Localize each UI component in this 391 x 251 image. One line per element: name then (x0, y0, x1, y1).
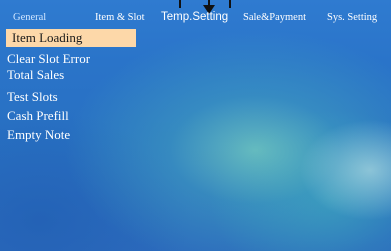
top-menu-bar: General Item & Slot Temp.Setting Sale&Pa… (0, 8, 391, 30)
menu-item-total-sales[interactable]: Total Sales (7, 67, 64, 83)
menu-item-cash-prefill[interactable]: Cash Prefill (7, 108, 69, 124)
top-bracket-left (179, 0, 181, 8)
menu-item-empty-note[interactable]: Empty Note (7, 127, 70, 143)
tab-general[interactable]: General (13, 12, 46, 23)
tab-temp-setting[interactable]: Temp.Setting (161, 11, 228, 23)
tab-item-slot[interactable]: Item & Slot (95, 12, 145, 23)
top-bracket-right (229, 0, 231, 8)
menu-item-clear-slot-error[interactable]: Clear Slot Error (7, 51, 90, 67)
vending-menu-screen: General Item & Slot Temp.Setting Sale&Pa… (0, 0, 391, 251)
tab-sys-setting[interactable]: Sys. Setting (327, 12, 377, 23)
tab-sale-payment[interactable]: Sale&Payment (243, 12, 306, 23)
menu-item-item-loading[interactable]: Item Loading (6, 29, 136, 47)
menu-item-test-slots[interactable]: Test Slots (7, 89, 58, 105)
